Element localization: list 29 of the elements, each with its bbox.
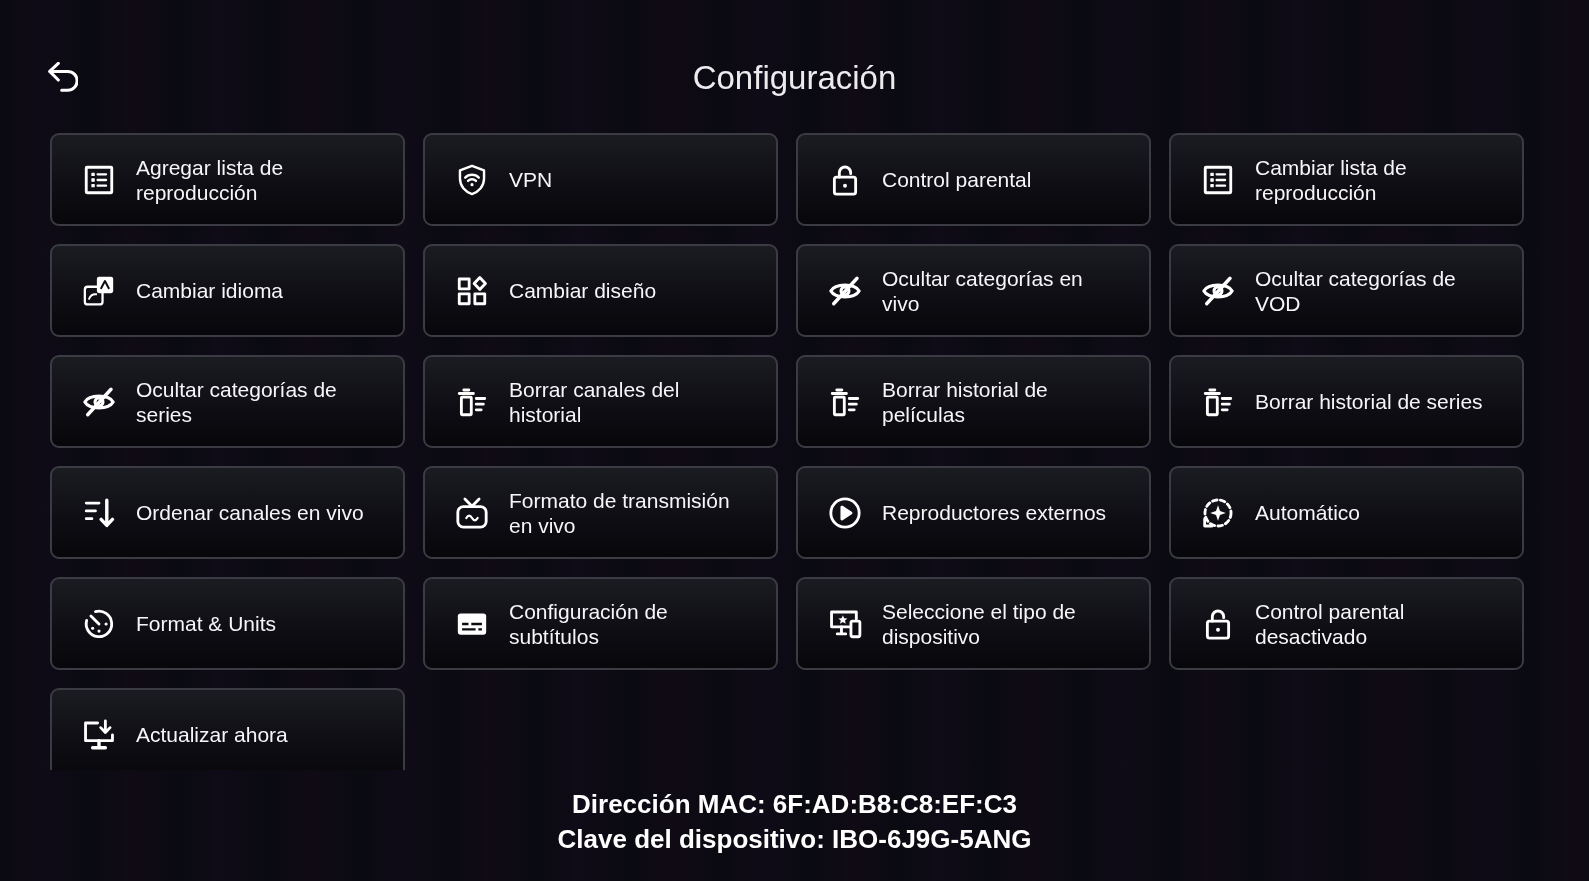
setting-button[interactable]: Ocultar categorías de series (50, 355, 405, 448)
shapes-grid-icon (455, 273, 489, 308)
back-icon[interactable] (48, 62, 78, 92)
setting-button[interactable]: Format & Units (50, 577, 405, 670)
setting-button[interactable]: Ocultar categorías de VOD (1169, 244, 1524, 337)
setting-button[interactable]: Configuración de subtítulos (423, 577, 778, 670)
setting-button[interactable]: Agregar lista de reproducción (50, 133, 405, 226)
setting-button[interactable]: Ocultar categorías en vivo (796, 244, 1151, 337)
setting-button[interactable]: Ordenar canales en vivo (50, 466, 405, 559)
setting-button[interactable]: Seleccione el tipo de dispositivo (796, 577, 1151, 670)
setting-button[interactable]: Automático (1169, 466, 1524, 559)
monitor-download-icon (82, 717, 116, 752)
setting-button[interactable]: Cambiar diseño (423, 244, 778, 337)
device-key-text: Clave del dispositivo: IBO-6J9G-5ANG (557, 823, 1032, 856)
tv-icon (455, 495, 489, 530)
setting-button[interactable]: VPN (423, 133, 778, 226)
setting-button[interactable]: Control parental desactivado (1169, 577, 1524, 670)
mac-address-text: Dirección MAC: 6F:AD:B8:C8:EF:C3 (572, 788, 1017, 821)
setting-button[interactable]: Actualizar ahora (50, 688, 405, 770)
setting-button[interactable]: Reproductores externos (796, 466, 1151, 559)
setting-button[interactable]: Borrar historial de series (1169, 355, 1524, 448)
setting-button[interactable]: Control parental (796, 133, 1151, 226)
play-circle-icon (828, 495, 862, 530)
setting-button[interactable]: Borrar canales del historial (423, 355, 778, 448)
setting-button[interactable]: Formato de transmisión en vivo (423, 466, 778, 559)
setting-button[interactable]: Cambiar idioma (50, 244, 405, 337)
setting-button[interactable]: Borrar historial de películas (796, 355, 1151, 448)
setting-button[interactable]: Cambiar lista de reproducción (1169, 133, 1524, 226)
page-title: Configuración (692, 58, 897, 98)
